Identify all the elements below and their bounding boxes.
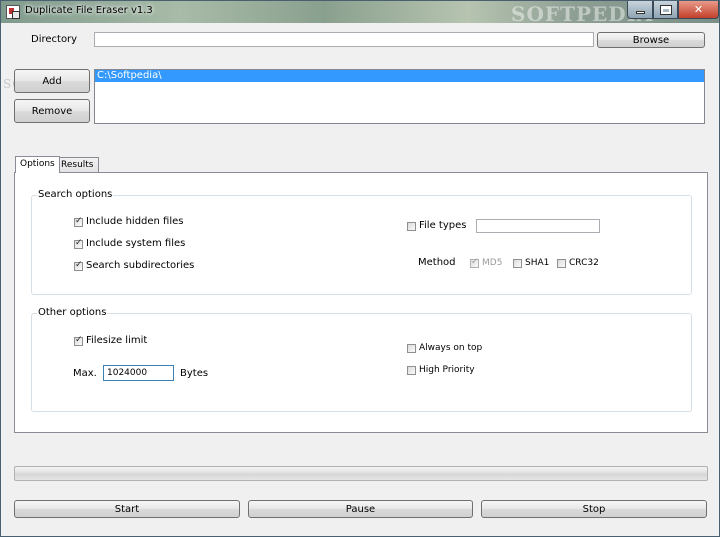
other-options-title: Other options (37, 307, 108, 318)
high-priority-checkbox[interactable] (407, 366, 416, 375)
add-button[interactable]: Add (14, 69, 90, 93)
sha1-label[interactable]: SHA1 (525, 258, 549, 268)
include-system-checkbox[interactable] (74, 238, 83, 249)
title-bar[interactable]: Duplicate File Eraser v1.3 SOFTPEDIA ✕ (1, 1, 719, 26)
sha1-checkbox[interactable] (513, 259, 522, 268)
app-window: Duplicate File Eraser v1.3 SOFTPEDIA ✕ D… (0, 0, 720, 537)
search-options-title: Search options (37, 189, 114, 200)
search-subdirs-label[interactable]: Search subdirectories (86, 260, 194, 271)
md5-checkbox[interactable] (470, 257, 479, 268)
directory-label: Directory (31, 34, 78, 45)
directory-list-item[interactable]: C:\Softpedia\ (95, 70, 704, 82)
crc32-checkbox[interactable] (557, 259, 566, 268)
tab-options[interactable]: Options (15, 156, 60, 173)
filesize-limit-label[interactable]: Filesize limit (86, 335, 147, 346)
always-on-top-checkbox[interactable] (407, 344, 416, 353)
progress-bar (14, 466, 708, 481)
search-options-group: Search options Include hidden files Incl… (31, 189, 692, 295)
file-types-checkbox[interactable] (407, 222, 416, 231)
close-icon: ✕ (693, 3, 704, 16)
options-panel: Search options Include hidden files Incl… (14, 172, 708, 433)
minimize-button[interactable] (627, 1, 653, 19)
crc32-label[interactable]: CRC32 (569, 258, 599, 268)
app-icon[interactable] (6, 5, 20, 19)
search-subdirs-checkbox[interactable] (74, 260, 83, 271)
stop-button[interactable]: Stop (481, 500, 707, 518)
bytes-label: Bytes (180, 368, 209, 379)
include-hidden-checkbox[interactable] (74, 216, 83, 227)
max-label: Max. (73, 368, 97, 379)
window-title: Duplicate File Eraser v1.3 (25, 5, 153, 16)
tab-results[interactable]: Results (56, 157, 99, 173)
filesize-limit-checkbox[interactable] (74, 335, 83, 346)
md5-label[interactable]: MD5 (482, 258, 502, 268)
file-types-input[interactable] (476, 219, 600, 233)
browse-button[interactable]: Browse (597, 32, 705, 48)
minimize-icon (635, 11, 645, 14)
include-system-label[interactable]: Include system files (86, 238, 185, 249)
directory-list[interactable]: C:\Softpedia\ (94, 69, 705, 124)
include-hidden-label[interactable]: Include hidden files (86, 216, 184, 227)
other-options-group: Other options Filesize limit Max. Bytes … (31, 307, 692, 412)
always-on-top-label[interactable]: Always on top (419, 343, 482, 353)
maximize-button[interactable] (653, 1, 678, 19)
start-button[interactable]: Start (14, 500, 240, 518)
directory-input[interactable] (94, 32, 594, 47)
maximize-icon (659, 4, 672, 15)
max-size-input[interactable] (103, 365, 174, 381)
method-label: Method (418, 257, 456, 268)
close-button[interactable]: ✕ (678, 1, 719, 19)
pause-button[interactable]: Pause (248, 500, 473, 518)
high-priority-label[interactable]: High Priority (419, 365, 475, 375)
remove-button[interactable]: Remove (14, 99, 90, 123)
file-types-label[interactable]: File types (419, 220, 466, 231)
